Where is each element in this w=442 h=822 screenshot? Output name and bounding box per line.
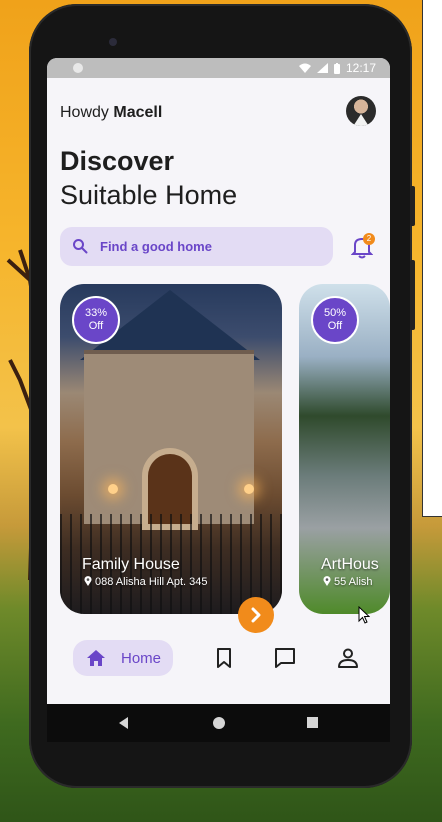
search-icon [73,239,88,254]
phone-side-button [410,186,415,226]
recent-apps-icon[interactable] [307,717,318,728]
nav-home-label: Home [121,650,162,667]
card-title: ArtHous [321,556,379,573]
card-address: 55 Alish [323,576,373,588]
app-screen: 12:17 Howdy Macell Discover Suitable Hom… [47,58,390,704]
page-subtitle: Suitable Home [60,180,238,210]
bottom-navigation: Home [47,630,390,690]
signal-icon [316,63,328,73]
discount-percent: 33% [84,307,108,319]
nav-home-button[interactable]: Home [73,640,173,676]
next-card-button[interactable] [238,597,274,633]
discount-off: Off [327,320,343,332]
status-bar: 12:17 [47,58,390,78]
search-input[interactable]: Find a good home [60,227,333,266]
status-time: 12:17 [345,61,376,75]
card-address: 088 Alisha Hill Apt. 345 [84,576,208,588]
card-address-text: 55 Alish [334,576,373,588]
chevron-right-icon [251,607,261,623]
bookmark-icon[interactable] [212,646,236,670]
front-camera [109,38,117,46]
profile-icon[interactable] [336,646,360,670]
greeting-text: Howdy [60,104,109,121]
greeting: Howdy Macell [60,104,162,122]
discount-badge: 33% Off [72,296,120,344]
avatar[interactable] [346,96,376,126]
location-pin-icon [84,576,92,586]
discount-percent: 50% [323,307,347,319]
notification-dot-icon [73,63,83,73]
search-placeholder: Find a good home [100,239,212,254]
mouse-cursor-icon [358,606,370,624]
user-name: Macell [113,104,163,121]
back-icon[interactable] [119,717,128,729]
background-window [422,0,442,517]
property-card-family-house[interactable]: 33% Off Family House 088 Alisha Hill Apt… [60,284,282,614]
discount-badge: 50% Off [311,296,359,344]
discount-off: Off [88,320,104,332]
card-title: Family House [82,556,180,573]
lamp-light [244,484,254,494]
android-navigation-bar [47,704,390,742]
page-title: Discover [60,146,175,176]
home-icon [87,650,105,666]
property-card-arthouse[interactable]: 50% Off ArtHous 55 Alish [299,284,390,614]
phone-volume-button [410,260,415,330]
notification-badge: 2 [363,233,375,245]
home-circle-icon[interactable] [213,717,225,729]
location-pin-icon [323,576,331,586]
lamp-light [108,484,118,494]
status-icons: 12:17 [298,61,376,75]
wifi-icon [298,63,311,73]
battery-icon [333,62,340,74]
chat-icon[interactable] [273,646,297,670]
card-address-text: 088 Alisha Hill Apt. 345 [95,576,208,588]
